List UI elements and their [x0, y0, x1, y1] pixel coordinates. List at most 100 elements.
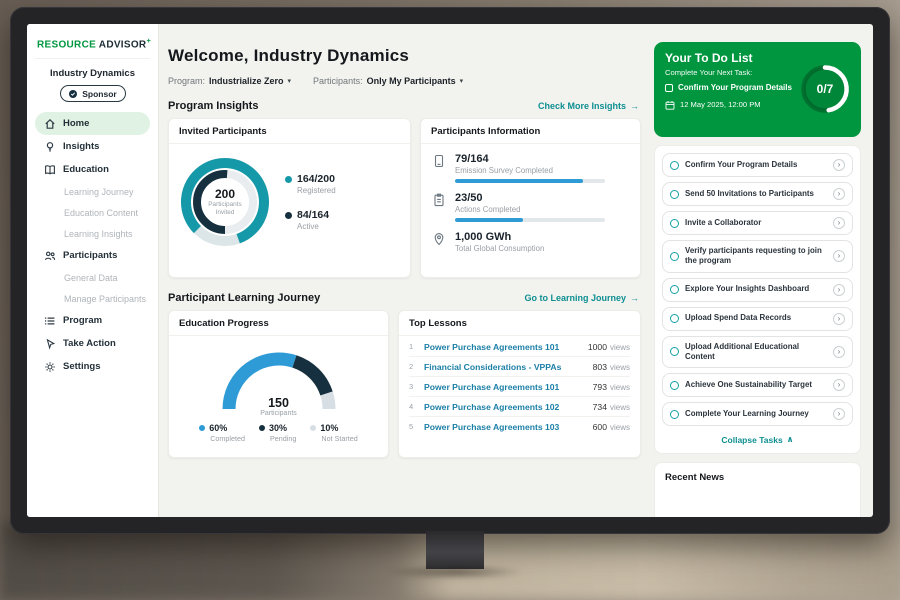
- sidebar-item-home[interactable]: Home: [35, 112, 150, 135]
- screen: RESOURCE ADVISOR+ Industry Dynamics Spon…: [27, 24, 873, 517]
- legend-label: Registered: [297, 186, 336, 195]
- sidebar-item-learning-journey[interactable]: Learning Journey: [35, 181, 150, 202]
- sidebar-item-label: Education Content: [64, 208, 138, 218]
- chevron-right-icon[interactable]: ›: [833, 250, 845, 262]
- lesson-rank: 3: [409, 382, 417, 391]
- card-title: Invited Participants: [169, 119, 410, 144]
- task-row[interactable]: Complete Your Learning Journey ›: [662, 402, 853, 426]
- chevron-right-icon[interactable]: ›: [833, 346, 845, 358]
- info-label: Emission Survey Completed: [455, 166, 605, 175]
- participants-filter-dropdown[interactable]: Participants: Only My Participants ▾: [313, 76, 463, 86]
- chevron-right-icon[interactable]: ›: [833, 159, 845, 171]
- lesson-row[interactable]: 4 Power Purchase Agreements 102 734views: [409, 397, 630, 417]
- arrow-right-icon: →: [630, 293, 639, 303]
- task-label: Upload Spend Data Records: [685, 313, 827, 323]
- lesson-row[interactable]: 2 Financial Considerations - VPPAs 803vi…: [409, 357, 630, 377]
- lesson-row[interactable]: 3 Power Purchase Agreements 101 793views: [409, 377, 630, 397]
- legend-item: 60% Completed: [199, 423, 245, 443]
- lesson-rank: 1: [409, 342, 417, 351]
- sidebar-item-label: Learning Journey: [64, 187, 134, 197]
- lesson-link[interactable]: Power Purchase Agreements 103: [424, 422, 586, 432]
- task-row[interactable]: Achieve One Sustainability Target ›: [662, 373, 853, 397]
- sidebar-item-learning-insights[interactable]: Learning Insights: [35, 223, 150, 244]
- chevron-right-icon[interactable]: ›: [833, 313, 845, 325]
- task-checkbox[interactable]: [670, 285, 679, 294]
- chevron-right-icon[interactable]: ›: [833, 408, 845, 420]
- sidebar-item-participants[interactable]: Participants: [35, 244, 150, 267]
- lesson-row[interactable]: 1 Power Purchase Agreements 101 1000view…: [409, 337, 630, 357]
- sponsor-badge: Sponsor: [60, 85, 126, 102]
- main-content: Welcome, Industry Dynamics Program: Indu…: [159, 24, 649, 517]
- todo-progress-count: 0/7: [798, 62, 852, 116]
- task-row[interactable]: Upload Spend Data Records ›: [662, 307, 853, 331]
- task-label: Achieve One Sustainability Target: [685, 380, 827, 390]
- lesson-link[interactable]: Power Purchase Agreements 101: [424, 342, 581, 352]
- donut-legend: 164/200 Registered 84/164 Active: [285, 173, 336, 231]
- progress-bar: [455, 218, 605, 222]
- chevron-right-icon[interactable]: ›: [833, 284, 845, 296]
- donut-center-label: Invited: [216, 209, 235, 217]
- sidebar-item-manage-participants[interactable]: Manage Participants: [35, 288, 150, 309]
- legend-label: Not Started: [321, 434, 357, 443]
- task-checkbox[interactable]: [670, 190, 679, 199]
- task-row[interactable]: Confirm Your Program Details ›: [662, 153, 853, 177]
- next-task-checkbox[interactable]: [665, 84, 673, 92]
- lesson-link[interactable]: Power Purchase Agreements 101: [424, 382, 586, 392]
- sidebar-item-label: Settings: [63, 361, 100, 372]
- insights-cards-row: Invited Participants 200 Participants In…: [168, 118, 641, 278]
- invited-donut-chart: 200 Participants Invited: [177, 154, 273, 250]
- participants-filter-label: Participants:: [313, 76, 363, 86]
- task-checkbox[interactable]: [670, 410, 679, 419]
- task-checkbox[interactable]: [670, 161, 679, 170]
- task-row[interactable]: Upload Additional Educational Content ›: [662, 336, 853, 369]
- task-checkbox[interactable]: [670, 314, 679, 323]
- views-suffix: views: [610, 383, 630, 392]
- task-checkbox[interactable]: [670, 347, 679, 356]
- education-legend-dot-2: [310, 425, 316, 431]
- page-title: Welcome, Industry Dynamics: [168, 46, 641, 66]
- sidebar-item-program[interactable]: Program: [35, 309, 150, 332]
- chevron-right-icon[interactable]: ›: [833, 217, 845, 229]
- info-value: 79/164: [455, 153, 605, 165]
- task-label: Complete Your Learning Journey: [685, 409, 827, 419]
- lesson-link[interactable]: Power Purchase Agreements 102: [424, 402, 586, 412]
- next-task-due: 12 May 2025, 12:00 PM: [680, 100, 761, 109]
- program-filter-dropdown[interactable]: Program: Industrialize Zero ▾: [168, 76, 291, 86]
- sidebar-item-insights[interactable]: Insights: [35, 135, 150, 158]
- sidebar-item-settings[interactable]: Settings: [35, 355, 150, 378]
- task-checkbox[interactable]: [670, 252, 679, 261]
- logo-resource: RESOURCE: [37, 39, 96, 50]
- chevron-right-icon[interactable]: ›: [833, 188, 845, 200]
- chevron-right-icon[interactable]: ›: [833, 379, 845, 391]
- top-lessons-card: Top Lessons 1 Power Purchase Agreements …: [398, 310, 641, 458]
- sidebar-item-education-content[interactable]: Education Content: [35, 202, 150, 223]
- sidebar-item-take-action[interactable]: Take Action: [35, 332, 150, 355]
- task-row[interactable]: Explore Your Insights Dashboard ›: [662, 278, 853, 302]
- task-checkbox[interactable]: [670, 219, 679, 228]
- participants-filter-value: Only My Participants: [367, 76, 456, 86]
- participants-information-card: Participants Information 79/164 Emission…: [420, 118, 641, 278]
- lesson-row[interactable]: 5 Power Purchase Agreements 103 600views: [409, 417, 630, 436]
- go-to-learning-journey-link[interactable]: Go to Learning Journey →: [524, 293, 639, 303]
- task-list: Confirm Your Program Details › Send 50 I…: [654, 145, 861, 454]
- info-row: 23/50 Actions Completed: [433, 192, 628, 222]
- chevron-down-icon: ▾: [288, 77, 292, 85]
- task-row[interactable]: Send 50 Invitations to Participants ›: [662, 182, 853, 206]
- legend-item: 84/164 Active: [285, 209, 336, 231]
- task-checkbox[interactable]: [670, 381, 679, 390]
- sidebar-item-general-data[interactable]: General Data: [35, 267, 150, 288]
- card-title: Top Lessons: [399, 311, 640, 336]
- journey-cards-row: Education Progress 150 Participants: [168, 310, 641, 458]
- info-label: Actions Completed: [455, 205, 605, 214]
- task-row[interactable]: Invite a Collaborator ›: [662, 211, 853, 235]
- check-more-insights-link[interactable]: Check More Insights →: [538, 101, 639, 111]
- legend-item: 164/200 Registered: [285, 173, 336, 195]
- lesson-link[interactable]: Financial Considerations - VPPAs: [424, 362, 586, 372]
- sidebar-nav: Home Insights Education Learning Journey…: [35, 112, 150, 378]
- collapse-tasks-link[interactable]: Collapse Tasks ∧: [662, 431, 853, 451]
- task-label: Invite a Collaborator: [685, 218, 827, 228]
- sidebar-item-label: Program: [63, 315, 102, 326]
- task-row[interactable]: Verify participants requesting to join t…: [662, 240, 853, 273]
- sidebar-item-education[interactable]: Education: [35, 158, 150, 181]
- sidebar-item-label: Insights: [63, 141, 99, 152]
